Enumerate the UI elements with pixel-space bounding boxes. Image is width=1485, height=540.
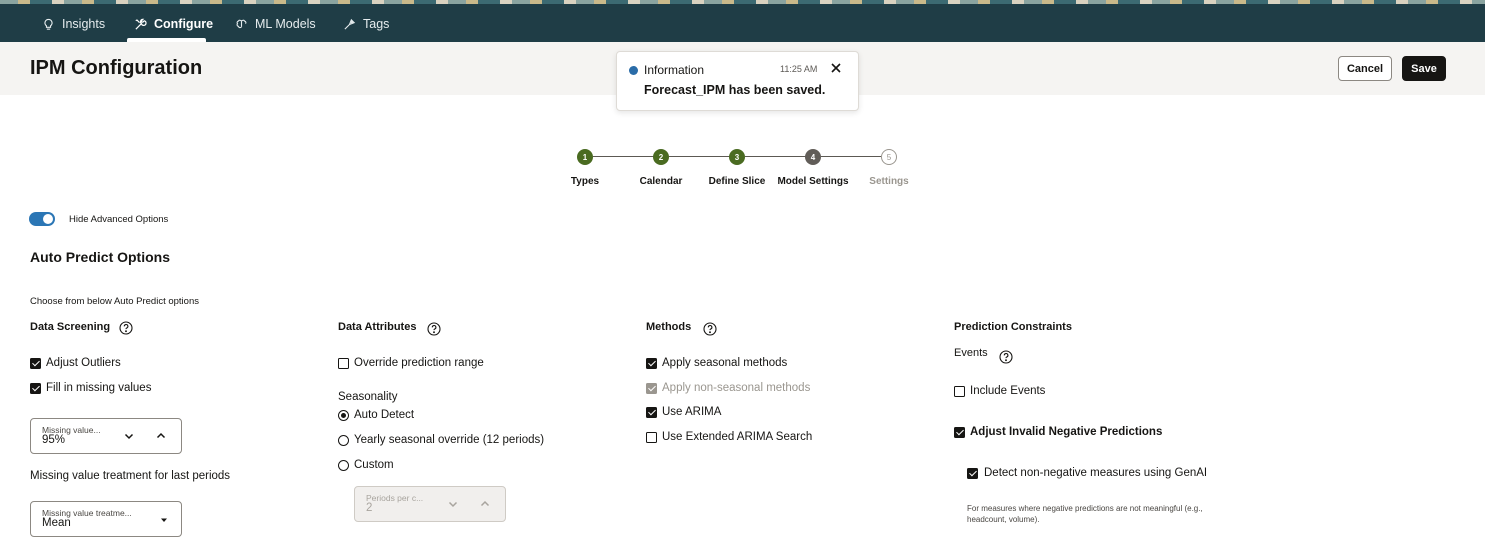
- step-4-indicator[interactable]: 4: [805, 149, 821, 165]
- use-arima-checkbox[interactable]: [646, 407, 657, 418]
- toast-message: Forecast_IPM has been saved.: [644, 83, 826, 97]
- help-icon[interactable]: [703, 322, 717, 336]
- step-3-indicator[interactable]: 3: [729, 149, 745, 165]
- toast-title: Information: [644, 63, 705, 77]
- section-title: Auto Predict Options: [30, 249, 170, 265]
- adjust-outliers-label: Adjust Outliers: [46, 357, 121, 369]
- step-connector: [669, 156, 730, 157]
- adjust-negative-checkbox[interactable]: [954, 427, 965, 438]
- include-events-checkbox[interactable]: [954, 386, 965, 397]
- seasonal-methods-label: Apply seasonal methods: [662, 357, 788, 369]
- treatment-select[interactable]: Missing value treatme... Mean: [30, 501, 182, 537]
- data-screening-title: Data Screening: [30, 321, 111, 333]
- seasonality-label: Seasonality: [338, 391, 398, 403]
- genai-help-text-line2: headcount, volume).: [967, 515, 1040, 524]
- yearly-override-label: Yearly seasonal override (12 periods): [354, 434, 545, 446]
- step-2-indicator[interactable]: 2: [653, 149, 669, 165]
- auto-detect-radio[interactable]: [338, 410, 349, 421]
- caret-down-icon[interactable]: [158, 514, 170, 526]
- data-attributes-title: Data Attributes: [338, 321, 417, 333]
- non-seasonal-methods-label: Apply non-seasonal methods: [662, 382, 811, 394]
- help-icon[interactable]: [999, 350, 1013, 364]
- include-events-label: Include Events: [970, 385, 1046, 397]
- genai-help-text-line1: For measures where negative predictions …: [967, 504, 1203, 513]
- auto-detect-label: Auto Detect: [354, 409, 415, 421]
- step-connector: [821, 156, 881, 157]
- periods-field-label: Periods per c...: [366, 493, 424, 503]
- missing-value-stepper[interactable]: Missing value... 95%: [30, 418, 182, 454]
- tab-tags[interactable]: Tags: [343, 14, 389, 34]
- tab-tags-label: Tags: [363, 17, 390, 31]
- brain-icon: [236, 19, 247, 28]
- information-toast: Information 11:25 AM Forecast_IPM has be…: [616, 51, 859, 111]
- step-connector: [745, 156, 806, 157]
- seasonal-methods-checkbox[interactable]: [646, 358, 657, 369]
- page-title: IPM Configuration: [30, 57, 203, 79]
- help-icon[interactable]: [427, 322, 441, 336]
- non-seasonal-methods-checkbox: [646, 383, 657, 394]
- events-label: Events: [954, 347, 988, 359]
- chevron-down-icon[interactable]: [123, 430, 135, 442]
- section-subtitle: Choose from below Auto Predict options: [30, 296, 199, 307]
- step-3-label[interactable]: Define Slice: [709, 176, 766, 187]
- fill-missing-label: Fill in missing values: [46, 382, 152, 394]
- extended-arima-label: Use Extended ARIMA Search: [662, 431, 813, 443]
- chevron-up-icon: [480, 500, 490, 507]
- toggle-knob: [43, 214, 53, 224]
- yearly-override-radio[interactable]: [338, 435, 349, 446]
- help-icon[interactable]: [119, 321, 133, 335]
- lightbulb-icon: [44, 18, 53, 30]
- tab-insights[interactable]: Insights: [42, 14, 105, 34]
- tag-icon: [344, 18, 356, 30]
- tab-configure[interactable]: Configure: [134, 14, 213, 34]
- custom-radio[interactable]: [338, 460, 349, 471]
- fill-missing-checkbox[interactable]: [30, 383, 41, 394]
- step-5-label: Settings: [869, 176, 909, 187]
- step-2-label[interactable]: Calendar: [640, 176, 683, 187]
- override-range-checkbox[interactable]: [338, 358, 349, 369]
- decorative-banner-pattern: [0, 0, 1485, 4]
- advanced-options-label: Hide Advanced Options: [69, 214, 169, 225]
- tab-insights-label: Insights: [62, 17, 106, 31]
- periods-field-value: 2: [366, 502, 373, 514]
- tab-configure-label: Configure: [154, 17, 214, 31]
- save-button[interactable]: Save: [1402, 56, 1446, 81]
- step-connector: [593, 156, 654, 157]
- tools-icon: [135, 18, 147, 30]
- adjust-negative-label: Adjust Invalid Negative Predictions: [970, 426, 1163, 438]
- last-periods-label: Missing value treatment for last periods: [30, 470, 231, 482]
- toast-time: 11:25 AM: [780, 64, 818, 74]
- detect-genai-checkbox[interactable]: [967, 468, 978, 479]
- use-arima-label: Use ARIMA: [662, 406, 722, 418]
- custom-label: Custom: [354, 459, 394, 471]
- detect-genai-label: Detect non-negative measures using GenAI: [984, 467, 1208, 479]
- chevron-up-icon[interactable]: [155, 430, 167, 442]
- prediction-constraints-title: Prediction Constraints: [954, 321, 1072, 333]
- treatment-field-value: Mean: [42, 517, 71, 529]
- step-5-indicator: 5: [881, 149, 897, 165]
- tab-ml-models[interactable]: ML Models: [235, 14, 316, 34]
- methods-title: Methods: [646, 321, 692, 333]
- info-icon: [629, 66, 638, 75]
- close-icon[interactable]: [829, 61, 843, 75]
- tab-ml-models-label: ML Models: [255, 17, 316, 31]
- advanced-options-toggle[interactable]: [29, 212, 55, 226]
- step-4-label[interactable]: Model Settings: [777, 176, 848, 187]
- top-navigation-bar: Insights Configure ML Models Tags: [0, 0, 1485, 42]
- missing-value-field-value: 95%: [42, 434, 66, 446]
- adjust-outliers-checkbox[interactable]: [30, 358, 41, 369]
- periods-per-cycle-stepper: Periods per c... 2: [354, 486, 506, 522]
- override-range-label: Override prediction range: [354, 357, 484, 369]
- step-1-label[interactable]: Types: [571, 176, 599, 187]
- step-1-indicator[interactable]: 1: [577, 149, 593, 165]
- cancel-button[interactable]: Cancel: [1338, 56, 1392, 81]
- chevron-down-icon: [448, 501, 458, 508]
- extended-arima-checkbox[interactable]: [646, 432, 657, 443]
